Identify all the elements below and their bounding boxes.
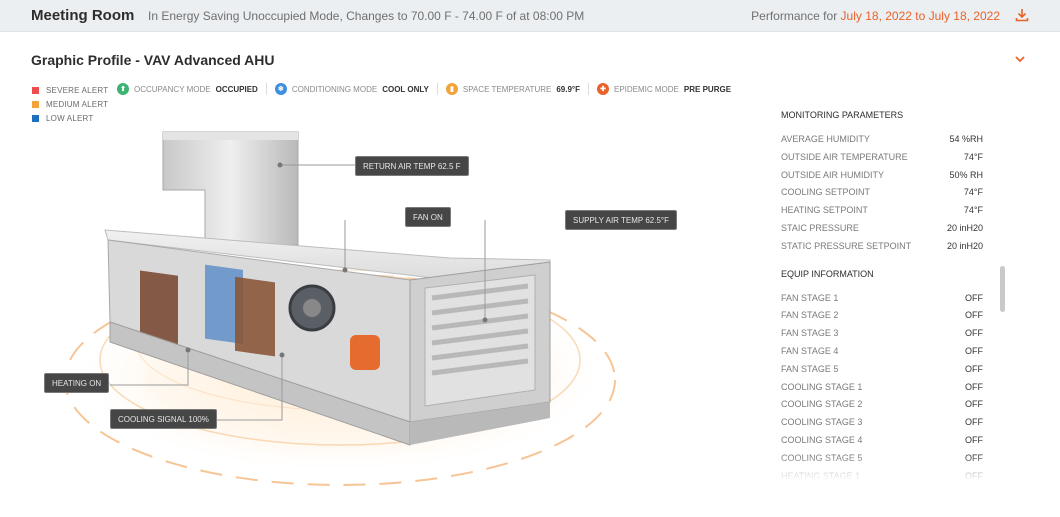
parameter-label: COOLING STAGE 1 [781,381,863,392]
divider [588,83,589,95]
heating-status-callout: HEATING ON [44,373,110,393]
parameter-label: STAIC PRESSURE [781,222,859,233]
parameter-label: OUTSIDE AIR HUMIDITY [781,169,885,180]
parameter-label: STATIC PRESSURE SETPOINT [781,240,912,251]
parameter-row: FAN STAGE 2 OFF [781,310,983,328]
conditioning-mode: ❄ CONDITIONING MODE COOL ONLY [274,83,429,95]
parameter-value: 74°F [963,205,983,216]
parameter-value: OFF [965,345,983,356]
parameter-label: HEATING SETPOINT [781,205,868,216]
parameter-row: COOLING SETPOINT 74°F [781,187,983,205]
severe-swatch [32,86,39,94]
parameter-label: FAN STAGE 4 [781,345,839,356]
monitoring-title: MONITORING PARAMETERS [781,110,904,120]
performance-range: Performance for July 18, 2022 to July 18… [751,9,1000,23]
occupancy-mode: ⬆ OCCUPANCY MODE OCCUPIED [117,83,258,95]
parameter-value: 50% RH [949,169,983,180]
parameter-value: 74°F [963,151,983,162]
parameter-label: FAN STAGE 1 [781,292,839,303]
legend-label: SEVERE ALERT [46,85,109,95]
parameter-label: OUTSIDE AIR TEMPERATURE [781,151,908,162]
fan-status-callout: FAN ON [405,207,451,227]
parameter-label: FAN STAGE 2 [781,310,839,321]
profile-title: Graphic Profile - VAV Advanced AHU [31,52,275,68]
mode-value: OCCUPIED [215,84,258,94]
parameter-value: 54 %RH [949,134,983,144]
epidemic-mode: ✚ EPIDEMIC MODE PRE PURGE [597,83,731,95]
parameter-row: FAN STAGE 1 OFF [781,293,983,311]
mode-label: OCCUPANCY MODE [134,84,211,94]
mode-label: SPACE TEMPERATURE [462,84,552,94]
parameter-row: COOLING STAGE 2 OFF [781,399,983,417]
performance-label: Performance for [751,9,838,23]
parameter-value: OFF [965,417,983,428]
parameter-value: OFF [965,363,983,374]
mode-value: COOL ONLY [382,84,429,94]
parameter-label: FAN STAGE 3 [781,328,839,339]
list-fade [770,455,1010,485]
parameter-value: OFF [965,292,983,303]
parameter-label: COOLING STAGE 3 [781,417,863,428]
parameters-panel: MONITORING PARAMETERS AVERAGE HUMIDITY 54… [781,110,983,488]
ahu-illustration [64,131,616,486]
parameter-row: COOLING STAGE 4 OFF [781,435,983,453]
parameter-value: OFF [965,310,983,321]
mode-indicators: ⬆ OCCUPANCY MODE OCCUPIED ❄ CONDITIONING… [117,83,731,95]
parameter-label: COOLING STAGE 4 [781,434,863,445]
mode-label: CONDITIONING MODE [291,84,378,94]
conditioning-icon: ❄ [274,83,287,95]
medium-swatch [32,100,39,108]
shield-icon: ✚ [597,83,609,95]
parameter-row: STAIC PRESSURE 20 inH20 [781,223,983,241]
parameter-row: FAN STAGE 3 OFF [781,328,983,346]
parameter-value: 20 inH20 [946,240,983,251]
parameter-label: COOLING STAGE 2 [781,399,863,410]
legend-severe: SEVERE ALERT [32,83,108,97]
cooling-signal-callout: COOLING SIGNAL 100% [110,409,217,429]
parameter-value: OFF [965,434,983,445]
occupancy-icon: ⬆ [117,83,129,95]
parameter-value: 20 inH20 [946,222,983,233]
parameter-value: OFF [965,381,983,392]
parameter-row: AVERAGE HUMIDITY 54 %RH [781,134,983,152]
mode-label: EPIDEMIC MODE [614,84,679,94]
parameter-value: OFF [965,328,983,339]
parameter-row: COOLING STAGE 3 OFF [781,417,983,435]
top-bar: Meeting Room In Energy Saving Unoccupied… [0,0,1060,32]
mode-value: 69.9°F [556,84,580,94]
supply-air-temp-callout: SUPPLY AIR TEMP 62.5°F [565,210,677,230]
parameter-label: FAN STAGE 5 [781,363,839,374]
parameter-value: OFF [965,399,983,410]
divider [436,83,438,95]
scrollbar-thumb[interactable] [1000,266,1005,312]
parameter-label: AVERAGE HUMIDITY [781,134,870,144]
parameter-row: OUTSIDE AIR TEMPERATURE 74°F [781,152,983,170]
mode-status-text: In Energy Saving Unoccupied Mode, Change… [148,9,585,23]
space-temperature: ▮ SPACE TEMPERATURE 69.9°F [445,83,580,95]
parameter-row: HEATING SETPOINT 74°F [781,205,983,223]
temperature-icon: ▮ [445,83,458,95]
parameter-label: COOLING SETPOINT [781,187,871,198]
chevron-down-icon[interactable] [1014,54,1026,64]
date-range-link[interactable]: July 18, 2022 to July 18, 2022 [841,9,1000,23]
ahu-graphic: RETURN AIR TEMP 62.5 F FAN ON SUPPLY AIR… [30,110,677,510]
legend-medium: MEDIUM ALERT [32,97,108,111]
parameter-row: FAN STAGE 4 OFF [781,346,983,364]
parameter-row: STATIC PRESSURE SETPOINT 20 inH20 [781,241,983,259]
return-air-temp-callout: RETURN AIR TEMP 62.5 F [355,156,469,176]
parameter-row: COOLING STAGE 1 OFF [781,382,983,400]
parameter-row: OUTSIDE AIR HUMIDITY 50% RH [781,170,983,188]
download-icon[interactable] [1015,8,1029,22]
equip-title: EQUIP INFORMATION [781,268,874,279]
parameter-row: FAN STAGE 5 OFF [781,364,983,382]
legend-label: MEDIUM ALERT [46,99,109,109]
monitoring-list: AVERAGE HUMIDITY 54 %RH OUTSIDE AIR TEMPER… [781,134,983,259]
mode-value: PRE PURGE [683,84,732,94]
divider [265,83,267,95]
parameter-value: 74°F [963,187,983,198]
room-title: Meeting Room [31,7,135,24]
